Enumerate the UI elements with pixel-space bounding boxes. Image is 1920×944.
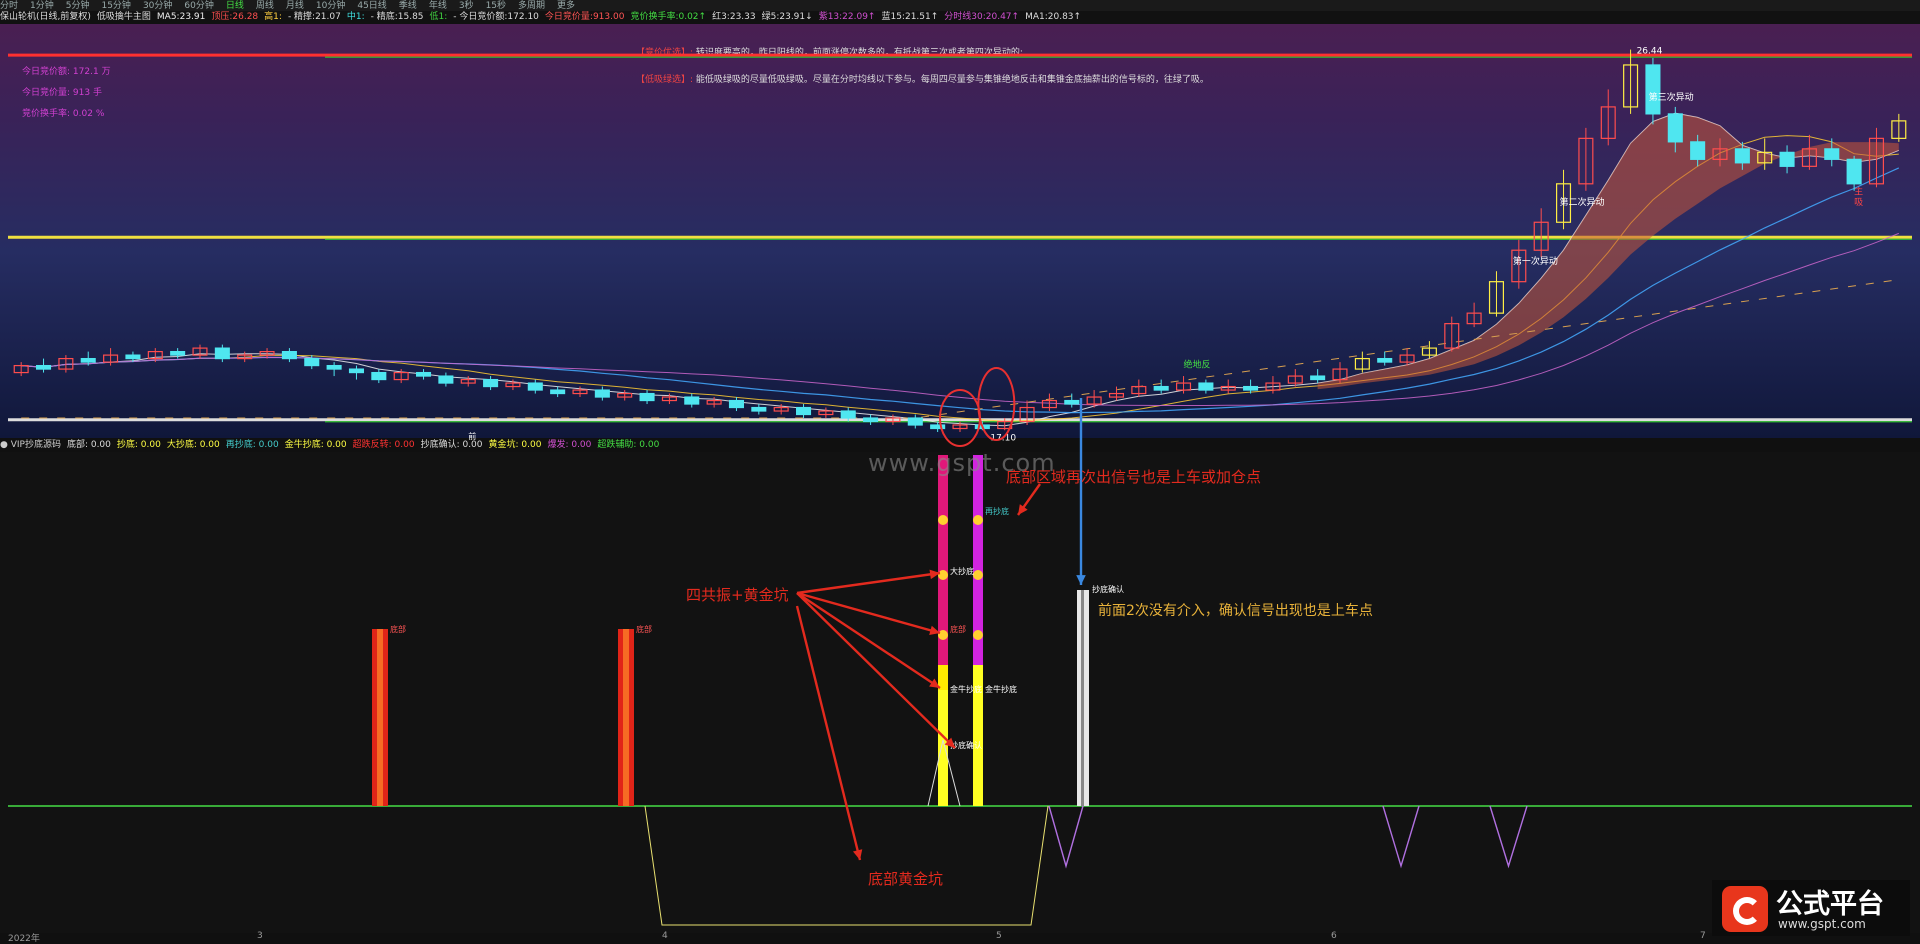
arrow-resonance	[796, 571, 941, 595]
signal-coin-icon	[973, 630, 983, 640]
signal-bar-bottom-glow	[623, 629, 629, 806]
explosion-dip	[1048, 805, 1084, 869]
candle-body	[1734, 148, 1750, 164]
candle-body	[527, 382, 543, 391]
gold-pit-outline	[644, 805, 1049, 926]
annotation-bottom-zone: 底部区域再次出信号也是上车或加仓点	[1006, 468, 1262, 486]
signal-coin-icon	[938, 515, 948, 525]
confirm-bar-shade	[1081, 590, 1084, 806]
candle-body	[1198, 382, 1214, 391]
candle-body	[795, 406, 812, 416]
mark-zhu-label: 主	[1854, 185, 1863, 197]
ma-line-5	[21, 112, 1899, 427]
signal-label-big-bottom: 大抄底	[950, 566, 974, 576]
candle-body	[1667, 113, 1683, 143]
x-axis-label: 7	[1700, 931, 1706, 941]
signal-coin-icon	[938, 630, 948, 640]
brand-logo: 公式平台 www.gspt.com	[1712, 880, 1910, 936]
candle-body	[170, 351, 186, 356]
arrow-gold-pit-head	[852, 849, 863, 860]
annotation-gold-pit: 底部黄金坑	[868, 870, 944, 888]
signal-bar-bottom-glow	[377, 629, 383, 806]
candle-body	[863, 417, 879, 423]
candle-body	[438, 375, 454, 384]
candle-body	[684, 396, 700, 405]
candle-body	[1310, 375, 1326, 381]
resonance-bar-segment	[938, 690, 948, 806]
candle-body	[1064, 399, 1080, 405]
candle-body	[80, 357, 96, 363]
explosion-dip	[1382, 805, 1420, 869]
signal-label-rebottom: 再抄底	[985, 506, 1009, 516]
signal-label-golden-bull-2: 金牛抄底	[985, 684, 1017, 694]
candle-body	[728, 399, 745, 409]
candle-body	[304, 357, 320, 367]
trend-ribbon	[1317, 113, 1899, 390]
signal-coin-icon	[973, 570, 983, 580]
signal-label-confirm: 抄底确认	[1092, 584, 1124, 594]
mark-jue-label: 绝地反	[1184, 358, 1211, 370]
mark-xi-label: 吸	[1854, 197, 1863, 208]
signal-label-bottom-2: 底部	[950, 624, 966, 634]
signal-label-confirm-small: 抄底确认	[950, 740, 982, 750]
candle-body	[1645, 64, 1661, 115]
candle-body	[1377, 357, 1393, 363]
signal-label-bottom: 底部	[636, 624, 652, 634]
candle-body	[840, 410, 856, 419]
signal-label-golden-bull: 金牛抄底	[950, 684, 982, 694]
candle-body	[1153, 385, 1169, 391]
brand-name: 公式平台	[1776, 889, 1884, 920]
candle-body	[550, 389, 566, 395]
x-axis-label: 3	[257, 931, 263, 941]
candle-body	[1243, 385, 1259, 391]
signal-circle	[977, 367, 1016, 442]
x-axis-label: 6	[1331, 931, 1337, 941]
brand-url: www.gspt.com	[1778, 917, 1866, 931]
candle-body	[326, 364, 342, 370]
candle-body	[416, 371, 432, 377]
candle-body	[35, 364, 52, 370]
brand-icon	[1722, 886, 1768, 932]
signal-label-bottom: 底部	[390, 624, 406, 634]
chart-root: 分时 1分钟 5分钟 15分钟 30分钟 60分钟 日线 周线 月线 10分钟 45日线 季线 年线 3秒…	[0, 0, 1920, 944]
candle-body	[930, 424, 946, 430]
arrow-bottom-zone-head	[1018, 504, 1028, 515]
candle-body	[1824, 148, 1840, 160]
candle-body	[639, 392, 655, 402]
peak-price-label: 26.44	[1637, 47, 1663, 57]
rally-label-second: 第二次异动	[1560, 196, 1605, 208]
candle-body	[594, 389, 610, 398]
x-axis-label: 2022年	[8, 934, 40, 944]
mark-qian-label: 前	[468, 431, 476, 441]
arrow-resonance	[796, 592, 941, 689]
candle-body	[483, 378, 499, 388]
candle-body	[751, 406, 767, 412]
candle-body	[1690, 141, 1706, 160]
explosion-dip	[1489, 805, 1528, 869]
rally-label-first: 第一次异动	[1513, 255, 1558, 267]
candle-body	[214, 347, 230, 360]
annotation-confirm: 前面2次没有介入，确认信号出现也是上车点	[1098, 603, 1373, 619]
candle-body	[1779, 151, 1795, 167]
candle-body	[371, 371, 387, 381]
candle-body	[1846, 158, 1862, 185]
x-axis-label: 4	[662, 931, 668, 941]
rally-label-third: 第三次异动	[1649, 91, 1694, 103]
candle-body	[348, 368, 364, 374]
arrow-confirm-head	[1076, 575, 1086, 585]
x-axis-label: 5	[996, 931, 1002, 941]
annotation-resonance: 四共振+黄金坑	[686, 586, 789, 604]
candle-body	[281, 351, 297, 360]
signal-coin-icon	[973, 515, 983, 525]
signal-coin-icon	[938, 570, 948, 580]
candle-body	[125, 354, 141, 360]
candle-body	[907, 417, 923, 426]
